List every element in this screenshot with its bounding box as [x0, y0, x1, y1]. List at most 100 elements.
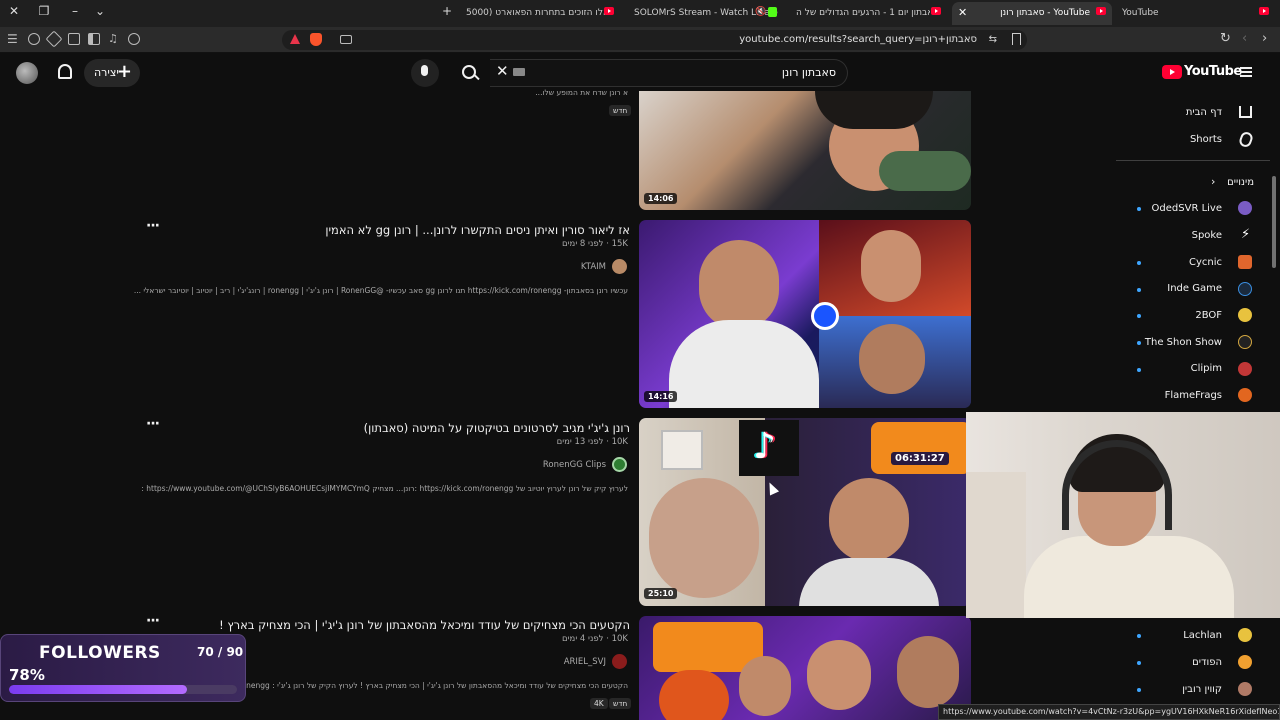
restore-icon[interactable]: ❐: [34, 4, 54, 18]
pip-icon[interactable]: [340, 35, 352, 44]
more-actions-icon[interactable]: ···: [146, 218, 160, 234]
thumbnail-face: [861, 230, 921, 302]
sidebar-item-channel[interactable]: 2BOF: [1195, 310, 1222, 321]
close-window-icon[interactable]: ✕: [4, 4, 24, 18]
channel-avatar-icon[interactable]: [612, 654, 627, 669]
mute-icon[interactable]: 🔇: [755, 7, 766, 17]
shield-icon[interactable]: [28, 33, 40, 45]
video-description: א רונן שדח את המופע שלו...: [535, 88, 628, 97]
video-meta: 10K · לפני 4 ימים: [562, 634, 628, 644]
account-avatar[interactable]: [16, 62, 38, 84]
channel-avatar-icon: [1238, 201, 1252, 215]
voice-search-mic-icon[interactable]: [411, 59, 439, 87]
channel-name[interactable]: KTAIM: [581, 262, 606, 272]
minimize-icon[interactable]: –: [65, 4, 85, 18]
browser-tab-bar: ✕ ❐ – ⌄ + אלו הזוכים בתחרות הפאוארט (500…: [0, 0, 1280, 27]
more-actions-icon[interactable]: ···: [146, 613, 160, 629]
followers-progress-bar: [9, 685, 237, 694]
music-icon[interactable]: ♫: [108, 32, 118, 45]
forward-icon[interactable]: ›: [1262, 31, 1267, 46]
tab-5-label: YouTube: [1122, 8, 1159, 18]
reload-icon[interactable]: ↻: [1220, 31, 1231, 46]
sidebar-item-channel[interactable]: Clipim: [1191, 363, 1222, 374]
back-icon[interactable]: ‹: [1242, 31, 1247, 46]
tab-1[interactable]: אלו הזוכים בתחרות הפאוארט (5000: [460, 2, 625, 25]
close-tab-icon[interactable]: ✕: [958, 6, 967, 19]
youtube-logo-icon[interactable]: [1162, 65, 1182, 79]
address-bar[interactable]: youtube.com/results?search_query=סאבתון+…: [282, 30, 1027, 50]
opera-ai-icon[interactable]: [290, 34, 300, 44]
guide-menu-icon[interactable]: [1240, 67, 1252, 77]
tab-list-icon[interactable]: ⌄: [90, 4, 110, 18]
channel-avatar-icon: [1238, 282, 1252, 296]
settings-icon[interactable]: [128, 33, 140, 45]
bookmark-icon[interactable]: [1012, 33, 1021, 45]
extension-icon[interactable]: [45, 30, 63, 48]
channel-name[interactable]: RonenGG Clips: [543, 460, 606, 470]
video-title[interactable]: הקטעים הכי מצחיקים של עודד ומיכאל מהסאבת…: [219, 618, 630, 632]
thumbnail-face: [859, 324, 925, 394]
create-button[interactable]: יצירה +: [84, 59, 140, 87]
sidebar-item-channel[interactable]: Lachlan: [1183, 630, 1222, 641]
sidebar-item-shorts[interactable]: Shorts: [1190, 134, 1222, 145]
tab-5[interactable]: YouTube: [1116, 2, 1256, 25]
browser-toolbar: ☰ ♫ youtube.com/results?search_query=סאב…: [0, 27, 1280, 53]
plus-icon: +: [116, 61, 132, 82]
channel-avatar-icon: [1238, 388, 1252, 402]
search-icon[interactable]: [450, 59, 488, 87]
youtube-favicon-icon: [604, 7, 614, 15]
sidebar-item-channel[interactable]: קווין רובין: [1182, 684, 1222, 695]
video-title[interactable]: רונן ג'יג'י מגיב לסרטונים בטיקטוק על המי…: [364, 421, 630, 435]
thumbnail-face: [897, 636, 959, 708]
tabs-icon[interactable]: [68, 33, 80, 45]
sidebar-subscriptions-header[interactable]: מינויים: [1227, 177, 1254, 188]
sidebar-item-channel[interactable]: Inde Game: [1167, 283, 1222, 294]
tab-3[interactable]: סאבתון יום 1 - הרגעים הגדולים של ה: [790, 2, 930, 25]
home-icon: [1239, 106, 1252, 118]
sidebar-item-channel[interactable]: הפודים: [1192, 657, 1222, 668]
new-tab-icon[interactable]: +: [437, 4, 457, 18]
video-thumbnail[interactable]: [639, 220, 971, 408]
video-title[interactable]: אז ליאור סורין ואיתן ניסים התקשרו לרונן.…: [325, 223, 630, 237]
url-text: youtube.com/results?search_query=סאבתון+…: [739, 34, 977, 45]
tab-1-label: אלו הזוכים בתחרות הפאוארט (5000: [466, 8, 609, 18]
sidebar-menu-icon[interactable]: ☰: [7, 32, 18, 46]
thumbnail-character: [659, 670, 729, 720]
clear-search-icon[interactable]: ✕: [496, 62, 509, 80]
channel-avatar-icon: [1238, 362, 1252, 376]
brave-shields-icon[interactable]: [310, 33, 322, 46]
new-badge: חדש: [609, 105, 632, 116]
video-thumbnail[interactable]: [639, 616, 971, 720]
followers-count: 70 / 90: [197, 645, 244, 659]
tab-active-search[interactable]: ✕ סאבתון רונן - YouTube: [952, 2, 1112, 25]
channel-avatar-icon[interactable]: [612, 457, 627, 472]
video-thumbnail[interactable]: ♪ 06:31:27: [639, 418, 971, 606]
sidebar-item-home[interactable]: דף הבית: [1186, 107, 1222, 118]
channel-avatar-icon: [1238, 255, 1252, 269]
sidebar-item-channel[interactable]: Spoke: [1192, 230, 1222, 241]
thumbnail-face: [739, 656, 791, 716]
video-duration: 14:06: [644, 193, 678, 204]
sidebar-item-channel[interactable]: The Shon Show: [1145, 337, 1222, 348]
channel-avatar-icon[interactable]: [612, 259, 627, 274]
sidebar-item-channel[interactable]: OdedSVR Live: [1152, 203, 1222, 214]
video-meta: 15K · לפני 8 ימים: [562, 239, 628, 249]
sidebar-item-channel[interactable]: FlameFrags: [1165, 390, 1222, 401]
youtube-favicon-icon: [1096, 7, 1106, 15]
thumbnail-face: [829, 478, 909, 562]
video-duration: 14:16: [644, 391, 678, 402]
youtube-logo-text[interactable]: YouTube: [1184, 64, 1242, 79]
webcam-chair: [966, 472, 1026, 618]
more-actions-icon[interactable]: ···: [146, 416, 160, 432]
thumbnail-photo: [661, 430, 703, 470]
share-icon[interactable]: ⇆: [989, 34, 997, 45]
sidebar-item-channel[interactable]: Cycnic: [1189, 257, 1222, 268]
youtube-favicon-icon: [931, 7, 941, 15]
sidebar-scrollbar[interactable]: [1272, 176, 1276, 268]
video-thumbnail[interactable]: [639, 91, 971, 210]
notifications-bell-icon[interactable]: [58, 64, 72, 79]
channel-name[interactable]: ARIEL_SVJ: [564, 657, 606, 667]
keyboard-icon[interactable]: [513, 68, 525, 76]
sidebar-icon[interactable]: [88, 33, 100, 45]
followers-progress-fill: [9, 685, 187, 694]
